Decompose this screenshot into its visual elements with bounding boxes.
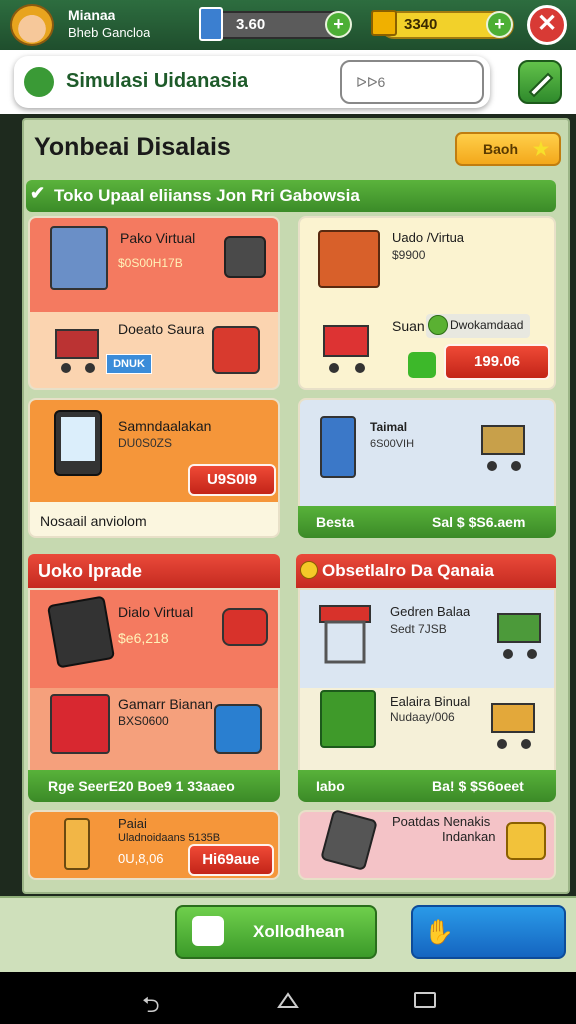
crate-icon xyxy=(318,230,380,288)
edit-icon xyxy=(528,72,554,98)
card6-strip[interactable]: Iabo Ba! $ $S6oeet xyxy=(298,770,556,802)
card6-strip-left: Iabo xyxy=(316,778,345,794)
app-title: Simulasi Uidanasia xyxy=(66,70,249,92)
section2-left-title: Uoko Iprade xyxy=(38,561,143,581)
card5-item1-value: $e6,218 xyxy=(118,630,169,646)
card1-item2-tag: DNUK xyxy=(106,354,152,374)
bowl-icon xyxy=(506,822,546,860)
card6-item1-value: Sedt 7JSB xyxy=(390,622,447,636)
card2-item1-name: Uado /Virtua xyxy=(392,230,465,245)
clock-icon xyxy=(428,315,448,335)
card3-buy-button[interactable]: U9S0I9 xyxy=(188,464,276,496)
card3-footer: Nosaail anviolom xyxy=(40,513,147,529)
section1-bar: Toko Upaal eliianss Jon Rri Gabowsia xyxy=(26,180,556,212)
leaf-icon xyxy=(24,67,54,97)
card6-item2-value: Nudaay/006 xyxy=(390,710,455,724)
back-icon[interactable]: ⮌ xyxy=(142,988,160,1024)
card5-item2-name: Gamarr Bianan xyxy=(118,696,213,712)
phone-icon xyxy=(46,595,116,669)
check-icon: ✔ xyxy=(30,183,46,203)
gem-icon xyxy=(199,7,223,41)
section2-right-title: Obsetlalro Da Qanaia xyxy=(322,561,494,580)
card1-item2-name: Doeato Saura xyxy=(118,321,205,337)
card6-item1-name: Gedren Balaa xyxy=(390,604,471,619)
card4-item-value: 6S00VIH xyxy=(370,438,415,450)
card3-item-value: DU0S0ZS xyxy=(118,436,173,450)
card2-item1-value: $9900 xyxy=(392,248,426,262)
top-action-label: Baoh xyxy=(483,141,518,157)
card5-item1-name: Dialo Virtual xyxy=(118,604,194,620)
money-icon xyxy=(408,352,436,378)
gems-value: 3.60 xyxy=(236,16,266,33)
section2-left-bar: Uoko Iprade xyxy=(28,554,280,588)
basket-icon xyxy=(50,694,110,754)
cup-icon xyxy=(222,608,268,646)
card5-strip[interactable]: Rge SeerE20 Boe9 1 33aaeo xyxy=(28,770,280,802)
gold-plus-button[interactable]: + xyxy=(486,11,513,38)
card4-strip-right: Sal $ $S6.aem xyxy=(432,514,526,530)
cart-icon xyxy=(50,320,106,376)
card1-item1-value: $0S00H17B xyxy=(118,256,183,270)
card2-item2-tag: Dwokamdaad xyxy=(450,318,524,332)
gold-value: 3340 xyxy=(404,16,438,33)
star-icon: ★ xyxy=(532,139,549,159)
card2-buy-button[interactable]: 199.06 xyxy=(444,344,550,380)
card7-item-name: Paiai xyxy=(118,816,147,831)
card8-item-value: Indankan xyxy=(442,829,496,844)
card1-item1-name: Pako Virtual xyxy=(120,230,196,246)
jar-icon xyxy=(214,704,262,754)
bucket-icon xyxy=(212,326,260,374)
tablet-icon xyxy=(54,410,102,476)
gems-plus-button[interactable]: + xyxy=(325,11,352,38)
avatar-icon[interactable] xyxy=(10,4,54,46)
gold-icon xyxy=(371,10,397,36)
close-button[interactable]: ✕ xyxy=(527,5,567,45)
card8-item-name: Poatdas Nenakis xyxy=(392,814,491,829)
card7-buy-button[interactable]: Hi69aue xyxy=(188,844,274,876)
cart-icon xyxy=(486,694,544,756)
card4-strip[interactable]: Besta Sal $ $S6.aem xyxy=(298,506,556,538)
crate-icon xyxy=(320,690,376,748)
card3-item-name: Samndaalakan xyxy=(118,418,212,434)
primary-action-label: Xollodhean xyxy=(253,922,345,941)
edit-button[interactable] xyxy=(518,60,562,104)
recents-icon[interactable] xyxy=(414,992,436,1008)
card6-strip-right: Ba! $ $S6oeet xyxy=(432,778,524,794)
card4-strip-left: Besta xyxy=(316,514,355,530)
card2-item2-name: Suan xyxy=(392,318,425,334)
section2-right-bar: Obsetlalro Da Qanaia xyxy=(296,554,556,588)
cart-icon xyxy=(492,604,548,664)
card7-item-value2: 0U,8,06 xyxy=(118,851,164,866)
player-club: Bheb Gancloa xyxy=(68,25,151,40)
card7-item-value1: Uladnoidaans 5135B xyxy=(118,832,221,844)
page-title: Yonbeai Disalais xyxy=(34,133,231,161)
chat-icon xyxy=(192,916,224,946)
hand-icon: ✋ xyxy=(424,919,454,946)
player-name: Mianaa xyxy=(68,7,116,23)
drink-icon xyxy=(64,818,90,870)
top-action-button[interactable]: Baoh ★ xyxy=(455,132,561,166)
cart-icon xyxy=(318,318,376,376)
cart-icon xyxy=(476,418,532,474)
basket-icon xyxy=(50,226,108,290)
search-input[interactable] xyxy=(340,60,484,104)
home-icon[interactable] xyxy=(277,991,299,1009)
card6-item2-name: Ealaira Binual xyxy=(390,694,471,709)
pot-icon xyxy=(224,236,266,278)
coin-icon xyxy=(300,561,318,579)
card5-item2-value: BXS0600 xyxy=(118,714,169,728)
card4-item-name: Taimal xyxy=(370,420,408,434)
section1-title: Toko Upaal eliianss Jon Rri Gabowsia xyxy=(54,186,360,205)
kiosk-icon xyxy=(320,416,356,478)
stall-icon xyxy=(318,604,372,666)
